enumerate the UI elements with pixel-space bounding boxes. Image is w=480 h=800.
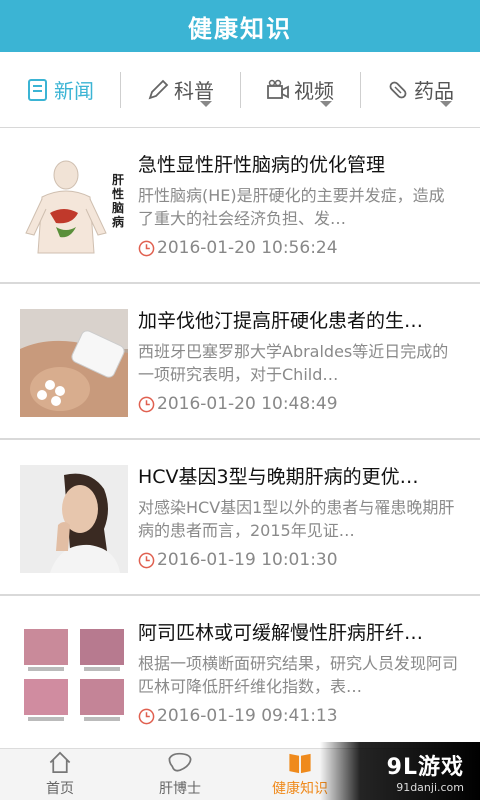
nav-home[interactable]: 首页 xyxy=(0,749,120,800)
tab-science[interactable]: 科普 xyxy=(120,52,240,127)
article-title: HCV基因3型与晚期肝病的更优… xyxy=(138,466,419,488)
chevron-down-icon xyxy=(320,101,332,107)
list-item[interactable]: 肝性脑病 急性显性肝性脑病的优化管理 肝性脑病(HE)是肝硬化的主要并发症，造成… xyxy=(0,128,480,284)
site-watermark: 9L游戏 91danji.com xyxy=(320,742,480,800)
tab-drugs[interactable]: 药品 xyxy=(360,52,480,127)
tab-news-label: 新闻 xyxy=(54,79,94,103)
article-summary: 西班牙巴塞罗那大学Abraldes等近日完成的一项研究表明，对于Child… xyxy=(138,342,449,384)
clock-icon xyxy=(138,708,155,724)
article-time: 2016-01-19 09:41:13 xyxy=(138,706,338,726)
home-icon xyxy=(49,751,71,774)
category-tabs: 新闻 科普 视频 药品 xyxy=(0,52,480,128)
article-title: 阿司匹林或可缓解慢性肝病肝纤… xyxy=(138,622,424,644)
clock-icon xyxy=(138,396,155,412)
tab-video-label: 视频 xyxy=(294,79,334,103)
article-time: 2016-01-20 10:48:49 xyxy=(138,394,338,414)
tab-science-label: 科普 xyxy=(174,79,214,103)
clock-icon xyxy=(138,240,155,256)
article-thumbnail xyxy=(20,309,128,417)
article-summary: 根据一项横断面研究结果，研究人员发现阿司匹林可降低肝纤维化指数，表… xyxy=(138,654,459,696)
page-title: 健康知识 xyxy=(188,14,292,43)
nav-liver-doctor-label: 肝博士 xyxy=(159,781,201,797)
tab-video[interactable]: 视频 xyxy=(240,52,360,127)
nav-liver-doctor[interactable]: 肝博士 xyxy=(120,749,240,800)
watermark-logo-text: 9L游戏 xyxy=(386,754,464,780)
article-time-text: 2016-01-20 10:56:24 xyxy=(157,238,338,258)
pill-icon xyxy=(389,81,407,98)
article-title: 急性显性肝性脑病的优化管理 xyxy=(138,154,386,176)
article-summary: 对感染HCV基因1型以外的患者与罹患晚期肝病的患者而言，2015年见证… xyxy=(138,498,455,540)
article-title: 加辛伐他汀提高肝硬化患者的生… xyxy=(138,310,424,332)
article-thumbnail xyxy=(20,465,128,573)
book-icon xyxy=(289,753,311,774)
watermark-url: 91danji.com xyxy=(396,780,464,794)
list-item[interactable]: 阿司匹林或可缓解慢性肝病肝纤… 根据一项横断面研究结果，研究人员发现阿司匹林可降… xyxy=(0,596,480,748)
tab-drugs-label: 药品 xyxy=(414,79,454,103)
article-time: 2016-01-19 10:01:30 xyxy=(138,550,338,570)
article-summary: 肝性脑病(HE)是肝硬化的主要并发症，造成了重大的社会经济负担、发… xyxy=(138,186,445,228)
article-time-text: 2016-01-19 10:01:30 xyxy=(157,550,338,570)
pencil-icon xyxy=(148,79,169,99)
chevron-down-icon xyxy=(440,101,452,107)
article-thumbnail xyxy=(20,621,128,729)
article-time-text: 2016-01-20 10:48:49 xyxy=(157,394,338,414)
tab-news[interactable]: 新闻 xyxy=(0,52,120,127)
article-time: 2016-01-20 10:56:24 xyxy=(138,238,338,258)
clock-icon xyxy=(138,552,155,568)
article-thumbnail: 肝性脑病 xyxy=(20,153,128,261)
nav-home-label: 首页 xyxy=(46,781,74,797)
list-item[interactable]: 加辛伐他汀提高肝硬化患者的生… 西班牙巴塞罗那大学Abraldes等近日完成的一… xyxy=(0,284,480,440)
liver-icon xyxy=(168,752,192,772)
list-item[interactable]: HCV基因3型与晚期肝病的更优… 对感染HCV基因1型以外的患者与罹患晚期肝病的… xyxy=(0,440,480,596)
article-time-text: 2016-01-19 09:41:13 xyxy=(157,706,338,726)
news-icon xyxy=(28,78,47,101)
thumbnail-caption: 肝性脑病 xyxy=(112,173,125,229)
app-header: 健康知识 xyxy=(0,0,480,52)
article-list: 肝性脑病 急性显性肝性脑病的优化管理 肝性脑病(HE)是肝硬化的主要并发症，造成… xyxy=(0,128,480,748)
chevron-down-icon xyxy=(200,101,212,107)
video-icon xyxy=(267,79,289,99)
